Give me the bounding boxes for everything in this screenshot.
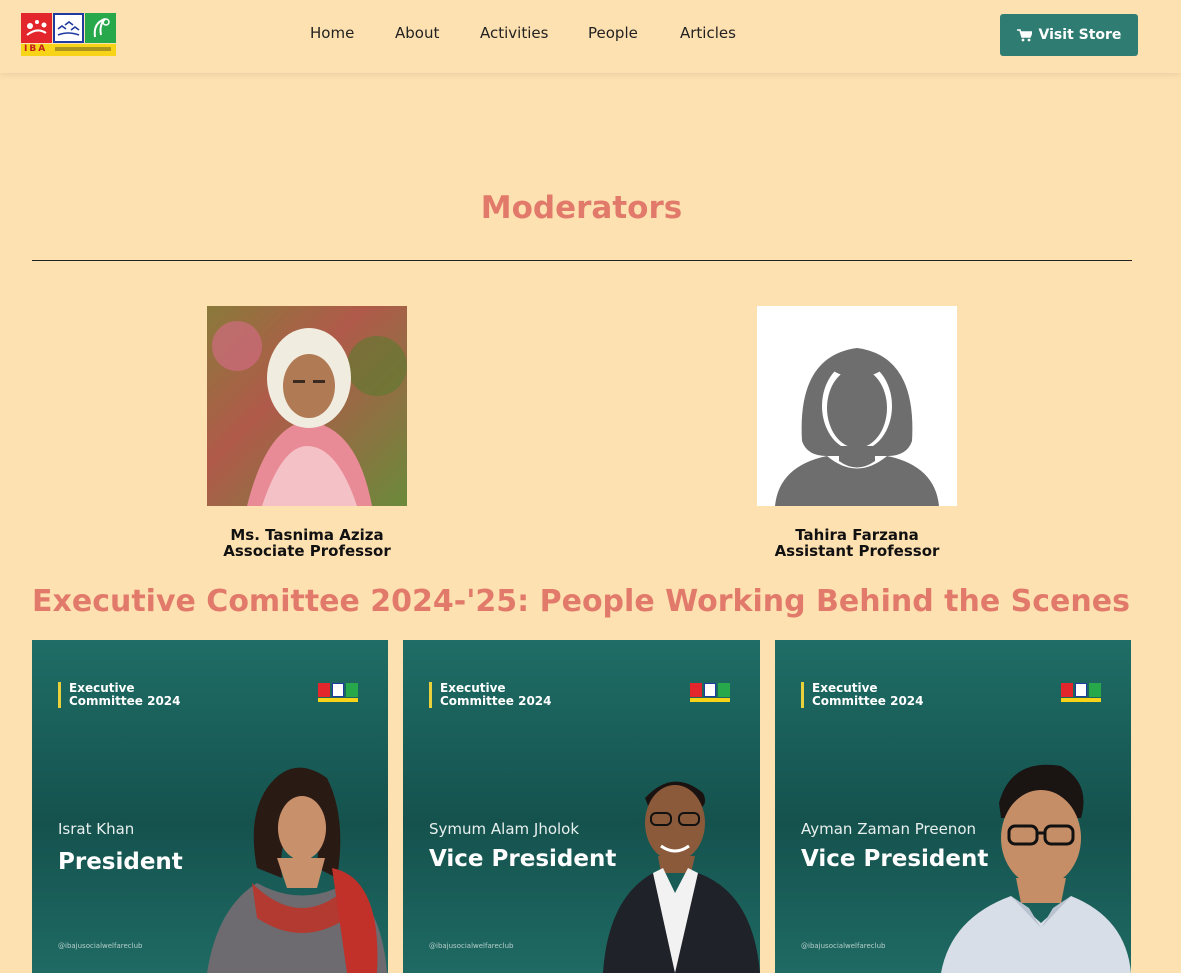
visit-store-button[interactable]: Visit Store (1000, 14, 1138, 56)
executive-heading: Executive Comittee 2024-'25: People Work… (32, 584, 1130, 619)
logo-subtext-mark (55, 47, 111, 51)
logo-blue-tile (53, 13, 84, 43)
member-portrait (941, 764, 1131, 973)
committee-badge: Executive Committee 2024 (801, 682, 924, 708)
moderator-card: Ms. Tasnima Aziza Associate Professor (207, 306, 407, 559)
mini-logo (318, 683, 358, 703)
social-handle: @ibajusocialwelfareclub (801, 942, 886, 950)
member-name: Israt Khan (58, 820, 135, 838)
committee-badge: Executive Committee 2024 (429, 682, 552, 708)
logo-banner: IBA (21, 44, 116, 56)
visit-store-label: Visit Store (1038, 27, 1122, 43)
social-handle: @ibajusocialwelfareclub (58, 942, 143, 950)
mini-logo (690, 683, 730, 703)
site-header: IBA Home About Activities People Article… (0, 0, 1181, 73)
moderator-role: Assistant Professor (774, 542, 940, 560)
logo-green-tile (85, 13, 116, 43)
moderator-photo (207, 306, 407, 506)
moderator-name: Ms. Tasnima Aziza (230, 526, 384, 544)
section-divider (32, 260, 1132, 261)
avatar-placeholder (757, 306, 957, 506)
iba-logo[interactable]: IBA (21, 13, 116, 56)
nav-articles[interactable]: Articles (680, 24, 736, 42)
nav-about[interactable]: About (395, 24, 439, 42)
executive-card[interactable]: Executive Committee 2024 Israt Khan Pres… (32, 640, 388, 973)
social-handle: @ibajusocialwelfareclub (429, 942, 514, 950)
executive-card[interactable]: Executive Committee 2024 Ayman Zaman Pre… (775, 640, 1131, 973)
logo-text: IBA (24, 44, 48, 54)
cart-icon (1016, 28, 1033, 42)
moderator-name: Tahira Farzana (795, 526, 919, 544)
mini-logo (1061, 683, 1101, 703)
logo-red-tile (21, 13, 52, 43)
nav-people[interactable]: People (588, 24, 638, 42)
moderators-heading: Moderators (480, 190, 683, 226)
member-name: Symum Alam Jholok (429, 820, 580, 838)
member-portrait (207, 767, 387, 973)
moderator-card: Tahira Farzana Assistant Professor (757, 306, 957, 559)
nav-home[interactable]: Home (310, 24, 354, 42)
executive-card[interactable]: Executive Committee 2024 Symum Alam Jhol… (403, 640, 760, 973)
member-position: President (58, 849, 183, 875)
nav-activities[interactable]: Activities (480, 24, 548, 42)
committee-badge: Executive Committee 2024 (58, 682, 181, 708)
moderator-role: Associate Professor (223, 542, 391, 560)
member-position: Vice President (429, 846, 617, 872)
member-portrait (603, 781, 760, 973)
